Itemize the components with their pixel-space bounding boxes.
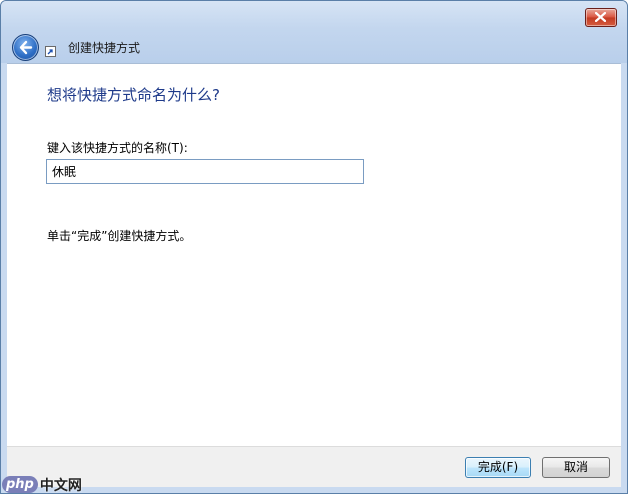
page-heading: 想将快捷方式命名为什么? (47, 86, 220, 104)
watermark-brand: php (2, 476, 38, 493)
finish-button[interactable]: 完成(F) (465, 457, 531, 478)
button-bar: 完成(F) 取消 (7, 446, 621, 487)
site-watermark: php 中文网 (2, 474, 82, 494)
name-field-label: 键入该快捷方式的名称(T): (47, 141, 188, 155)
close-icon (595, 12, 606, 22)
shortcut-name-input[interactable] (46, 159, 364, 184)
close-button[interactable] (585, 8, 617, 27)
window-title: 创建快捷方式 (68, 41, 141, 55)
wizard-window: 创建快捷方式 想将快捷方式命名为什么? 键入该快捷方式的名称(T): 单击“完成… (0, 0, 628, 494)
title-bar: 创建快捷方式 (1, 1, 627, 63)
shortcut-arrow-icon (45, 46, 56, 57)
instruction-text: 单击“完成”创建快捷方式。 (47, 229, 192, 243)
watermark-site: 中文网 (39, 477, 82, 494)
wizard-content: 想将快捷方式命名为什么? 键入该快捷方式的名称(T): 单击“完成”创建快捷方式… (7, 63, 621, 446)
back-button[interactable] (12, 34, 39, 61)
cancel-button[interactable]: 取消 (542, 457, 610, 478)
back-arrow-icon (19, 40, 33, 55)
